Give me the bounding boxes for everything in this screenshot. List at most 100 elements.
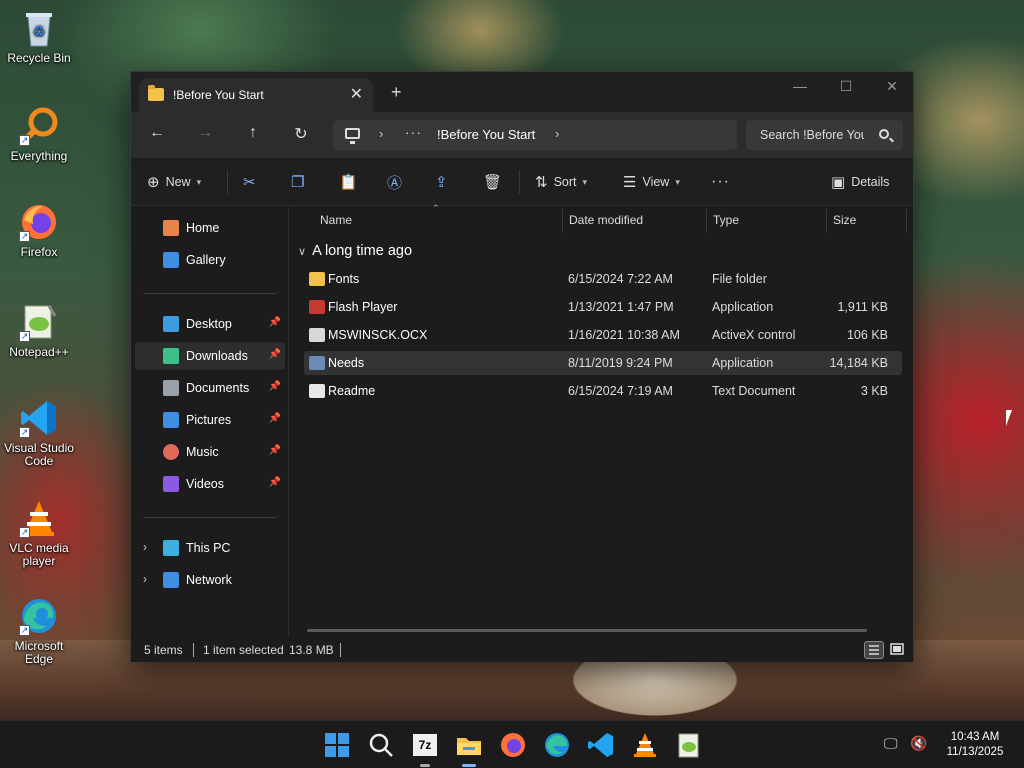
sidebar-item-home[interactable]: Home	[135, 214, 285, 242]
details-view-button[interactable]	[864, 641, 884, 659]
application-icon	[309, 356, 325, 370]
column-divider[interactable]	[826, 209, 827, 233]
details-pane-button[interactable]: ▣ Details	[831, 172, 889, 192]
share-button[interactable]: ⇪	[435, 172, 448, 192]
sidebar-item-downloads[interactable]: Downloads 📌	[135, 342, 285, 370]
table-row[interactable]: Fonts 6/15/2024 7:22 AM File folder	[304, 267, 902, 291]
column-divider[interactable]	[706, 209, 707, 233]
close-button[interactable]: ✕	[869, 78, 915, 95]
sidebar-item-network[interactable]: › Network	[135, 566, 285, 594]
horizontal-scrollbar[interactable]	[307, 629, 867, 632]
tab-before-you-start[interactable]: !Before You Start ✕	[139, 78, 373, 112]
column-header-name[interactable]: Name	[320, 213, 352, 227]
delete-button[interactable]: 🗑	[483, 172, 502, 192]
notepad-plus-plus-icon	[678, 733, 699, 758]
title-bar: !Before You Start ✕ + — ☐ ✕	[131, 72, 913, 112]
chevron-down-icon: ▾	[196, 176, 202, 187]
chevron-down-icon: ▾	[675, 176, 680, 187]
volume-muted-icon[interactable]: 🔇	[910, 735, 927, 752]
desktop-icon-vlc[interactable]: ↗ VLC media player	[2, 498, 76, 568]
chevron-right-icon[interactable]: ›	[555, 126, 559, 141]
sidebar-item-pictures[interactable]: Pictures 📌	[135, 406, 285, 434]
paste-button[interactable]: 📋	[339, 172, 358, 192]
tab-close-button[interactable]: ✕	[350, 84, 363, 104]
table-row[interactable]: MSWINSCK.OCX 1/16/2021 10:38 AM ActiveX co…	[304, 323, 902, 347]
desktop-icon-vscode[interactable]: ↗ Visual Studio Code	[2, 398, 76, 468]
sidebar-item-videos[interactable]: Videos 📌	[135, 470, 285, 498]
maximize-button[interactable]: ☐	[823, 78, 869, 95]
application-icon	[309, 300, 325, 314]
chevron-right-icon[interactable]: ›	[143, 572, 147, 586]
svg-text:♻: ♻	[33, 23, 46, 39]
this-pc-icon[interactable]	[345, 128, 360, 144]
tiles-view-button[interactable]	[888, 641, 908, 659]
sidebar-item-music[interactable]: Music 📌	[135, 438, 285, 466]
taskbar-file-explorer[interactable]	[455, 731, 483, 767]
pin-icon: 📌	[268, 413, 281, 424]
new-button[interactable]: ⊕ New ▾	[147, 172, 201, 192]
folder-icon	[309, 272, 325, 286]
sidebar-item-documents[interactable]: Documents 📌	[135, 374, 285, 402]
search-icon	[369, 733, 393, 757]
clock-time: 10:43 AM	[950, 731, 1000, 743]
pin-icon: 📌	[268, 477, 281, 488]
pin-icon: 📌	[268, 317, 281, 328]
view-button[interactable]: ☰ View ▾	[623, 172, 680, 192]
chevron-right-icon[interactable]: ›	[379, 126, 383, 141]
column-divider[interactable]	[562, 209, 563, 233]
sort-button[interactable]: ⇅ Sort ▾	[535, 172, 587, 192]
desktop-icon-edge[interactable]: ↗ Microsoft Edge	[2, 596, 76, 666]
column-header-size[interactable]: Size	[833, 213, 856, 227]
7zip-icon: 7z	[413, 734, 437, 756]
taskbar-firefox[interactable]	[499, 731, 527, 759]
taskbar-7zip[interactable]: 7z	[411, 731, 439, 767]
taskbar-search-button[interactable]	[367, 731, 395, 759]
desktop-icon-firefox[interactable]: ↗ Firefox	[2, 202, 76, 259]
forward-button[interactable]: →	[193, 124, 217, 146]
new-tab-button[interactable]: +	[391, 82, 402, 103]
breadcrumb-overflow[interactable]: ···	[405, 124, 422, 140]
taskbar-vlc[interactable]	[631, 731, 659, 759]
breadcrumb-current[interactable]: !Before You Start	[437, 127, 535, 142]
file-date-modified: 1/13/2021 1:47 PM	[568, 300, 674, 314]
chevron-right-icon[interactable]: ›	[143, 540, 147, 554]
column-header-type[interactable]: Type	[713, 213, 739, 227]
desktop-icon-notepadpp[interactable]: ↗ Notepad++	[2, 302, 76, 359]
system-clock[interactable]: 10:43 AM 11/13/2025	[940, 730, 1010, 760]
clock-date: 11/13/2025	[946, 746, 1004, 758]
document-icon	[163, 380, 179, 396]
taskbar-vscode[interactable]	[587, 731, 615, 759]
taskbar-notepadpp[interactable]	[675, 731, 703, 759]
search-box[interactable]: Search !Before You Start	[746, 120, 903, 150]
file-explorer-icon	[457, 738, 481, 755]
search-input[interactable]: Search !Before You Start	[760, 128, 864, 142]
trash-icon: 🗑	[483, 174, 503, 191]
refresh-button[interactable]: ↻	[289, 124, 313, 146]
sidebar-item-desktop[interactable]: Desktop 📌	[135, 310, 285, 338]
table-row[interactable]: Flash Player 1/13/2021 1:47 PM Application…	[304, 295, 902, 319]
sidebar-item-gallery[interactable]: Gallery	[135, 246, 285, 274]
table-row[interactable]: Needs 8/11/2019 9:24 PM Application 14,184 …	[304, 351, 902, 375]
copy-button[interactable]: ❐	[291, 172, 304, 192]
desktop-icon-everything[interactable]: ↗ Everything	[2, 106, 76, 163]
up-button[interactable]: ↑	[241, 124, 265, 146]
sort-ascending-icon: ⌃	[432, 203, 440, 213]
sidebar-item-this-pc[interactable]: › This PC	[135, 534, 285, 562]
more-options-button[interactable]: ···	[711, 172, 730, 192]
rename-button[interactable]: Ⓐ	[387, 172, 402, 192]
back-button[interactable]: ←	[145, 124, 169, 146]
desktop-icon	[163, 316, 179, 332]
taskbar-edge[interactable]	[543, 731, 571, 759]
network-status-icon[interactable]: 🖵	[884, 735, 898, 752]
group-header[interactable]: ∨ A long time ago	[298, 243, 412, 259]
table-row[interactable]: Readme 6/15/2024 7:19 AM Text Document 3 KB	[304, 379, 902, 403]
address-bar[interactable]: › ··· !Before You Start ›	[333, 120, 737, 150]
status-divider	[340, 643, 341, 657]
column-divider[interactable]	[906, 209, 907, 233]
cut-button[interactable]: ✂	[243, 172, 256, 192]
download-icon	[163, 348, 179, 364]
minimize-button[interactable]: —	[777, 78, 823, 94]
desktop-icon-recycle-bin[interactable]: ♻ Recycle Bin	[2, 8, 76, 65]
column-header-date[interactable]: Date modified	[569, 213, 643, 227]
start-button[interactable]	[323, 731, 351, 759]
